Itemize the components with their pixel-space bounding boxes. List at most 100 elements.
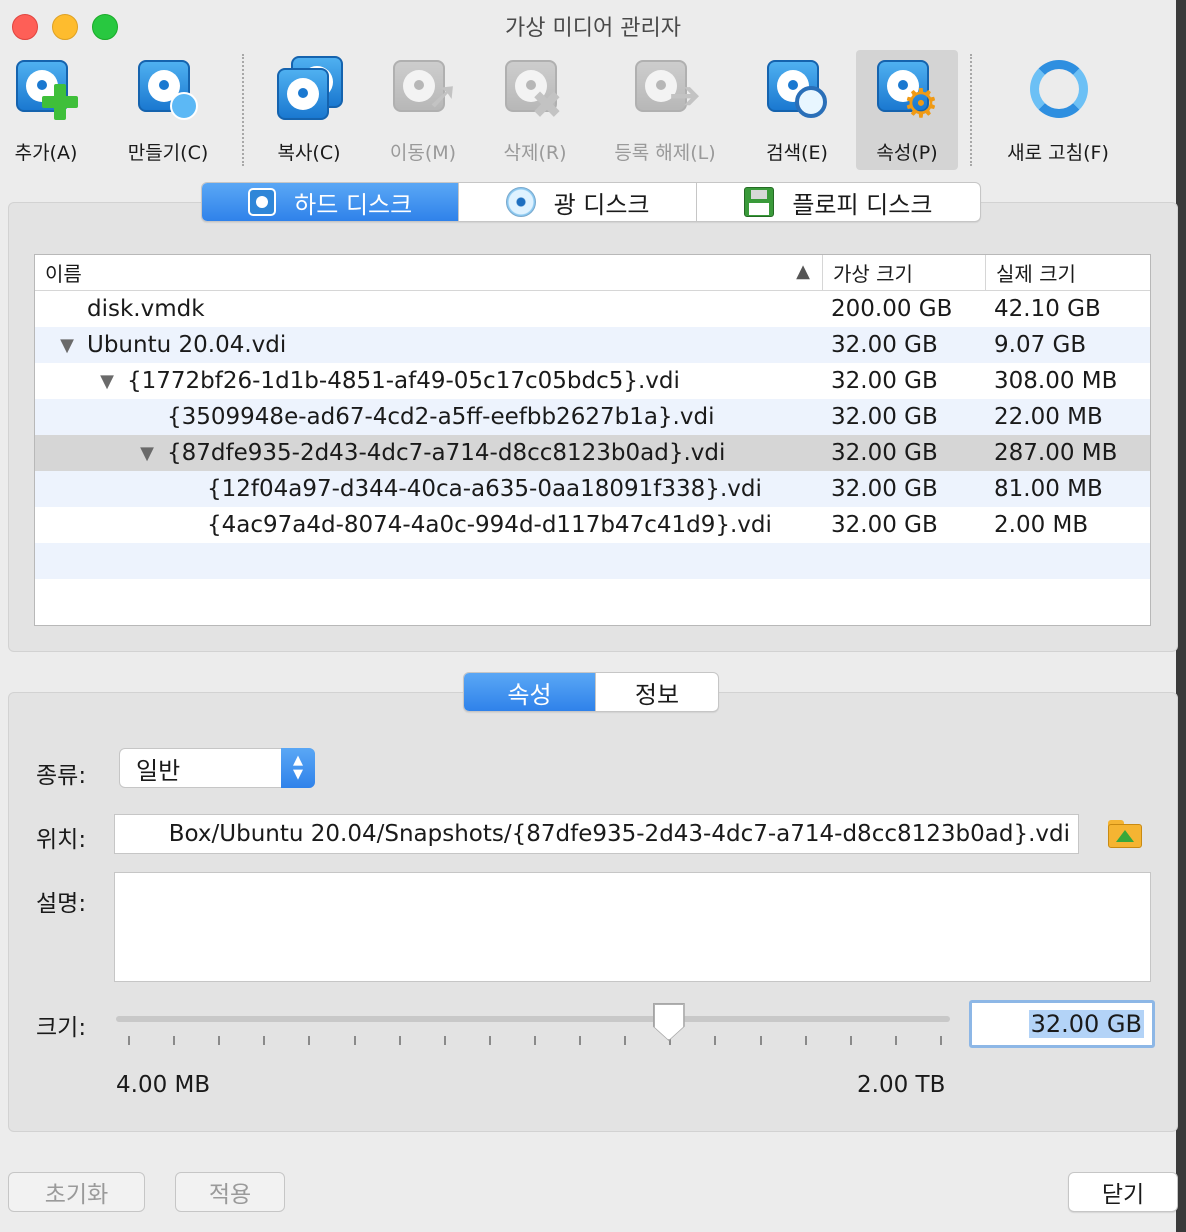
- slider-tick: [534, 1036, 536, 1045]
- slider-tick: [805, 1036, 807, 1045]
- minimize-window-button[interactable]: [52, 14, 78, 40]
- properties-button[interactable]: ⚙ 속성(P): [856, 50, 958, 170]
- disclosure-triangle-icon[interactable]: ▼: [127, 443, 167, 464]
- floppy-disk-icon: [744, 187, 775, 217]
- properties-disk-icon: ⚙: [873, 56, 941, 124]
- row-virtual-size: 32.00 GB: [831, 332, 938, 358]
- add-button[interactable]: 추가(A): [4, 50, 88, 170]
- create-label: 만들기(C): [127, 142, 209, 164]
- zoom-window-button[interactable]: [92, 14, 118, 40]
- row-name-cell: {3509948e-ad67-4cd2-a5ff-eefbb2627b1a}.v…: [35, 404, 823, 430]
- column-virtual-size-label: 가상 크기: [833, 262, 913, 286]
- tab-optical-disk[interactable]: 광 디스크: [459, 183, 697, 221]
- row-name: {3509948e-ad67-4cd2-a5ff-eefbb2627b1a}.v…: [167, 404, 715, 430]
- toolbar: 추가(A) 만들기(C) 복사(C) ➚ 이동(M) ✖ 삭제(R) ➔ 등록 …: [0, 50, 1176, 170]
- media-manager-window: 가상 미디어 관리자 추가(A) 만들기(C) 복사(C) ➚ 이동(M) ✖ …: [0, 0, 1186, 1232]
- type-label: 종류:: [36, 763, 87, 789]
- disclosure-triangle-icon[interactable]: ▼: [47, 335, 87, 356]
- move-disk-icon: ➚: [389, 56, 459, 124]
- slider-tick: [895, 1036, 897, 1045]
- table-row[interactable]: ▼ {1772bf26-1d1b-4851-af49-05c17c05bdc5}.…: [35, 363, 1150, 399]
- row-name: {1772bf26-1d1b-4851-af49-05c17c05bdc5}.v…: [127, 368, 680, 394]
- slider-tick: [128, 1036, 130, 1045]
- reset-button[interactable]: 초기화: [8, 1172, 145, 1212]
- size-input[interactable]: 32.00 GB: [969, 1000, 1155, 1048]
- slider-tick: [399, 1036, 401, 1045]
- size-slider-track[interactable]: [116, 1016, 950, 1022]
- toolbar-separator: [242, 54, 244, 166]
- slider-min-label: 4.00 MB: [116, 1072, 211, 1098]
- table-row[interactable]: {12f04a97-d344-40ca-a635-0aa18091f338}.v…: [35, 471, 1150, 507]
- empty-row: [35, 579, 1150, 615]
- slider-tick: [489, 1036, 491, 1045]
- row-actual-size: 81.00 MB: [994, 476, 1103, 502]
- row-actual-size: 308.00 MB: [994, 368, 1118, 394]
- slider-tick: [760, 1036, 762, 1045]
- slider-tick: [173, 1036, 175, 1045]
- add-label: 추가(A): [14, 142, 78, 164]
- media-table: 이름 ▲ 가상 크기 실제 크기 disk.vmdk 200.00 GB 42.10…: [34, 254, 1151, 626]
- tab-hard-disk[interactable]: 하드 디스크: [202, 183, 460, 221]
- description-textarea[interactable]: [114, 872, 1151, 982]
- row-name: {87dfe935-2d43-4dc7-a714-d8cc8123b0ad}.v…: [167, 440, 726, 466]
- close-button[interactable]: 닫기: [1068, 1172, 1178, 1212]
- copy-button[interactable]: 복사(C): [266, 50, 352, 170]
- table-row[interactable]: disk.vmdk 200.00 GB 42.10 GB: [35, 291, 1150, 327]
- column-virtual-size-header[interactable]: 가상 크기: [823, 255, 986, 290]
- table-row[interactable]: {3509948e-ad67-4cd2-a5ff-eefbb2627b1a}.v…: [35, 399, 1150, 435]
- slider-tick: [940, 1036, 942, 1045]
- row-actual-size: 42.10 GB: [994, 296, 1101, 322]
- table-row[interactable]: ▼ {87dfe935-2d43-4dc7-a714-d8cc8123b0ad}.…: [35, 435, 1150, 471]
- copy-label: 복사(C): [277, 142, 341, 164]
- sort-ascending-icon: ▲: [796, 261, 810, 282]
- remove-disk-icon: ✖: [501, 56, 569, 124]
- row-virtual-size: 32.00 GB: [831, 368, 938, 394]
- slider-tick: [579, 1036, 581, 1045]
- refresh-button[interactable]: 새로 고침(F): [994, 50, 1122, 170]
- close-window-button[interactable]: [12, 14, 38, 40]
- tab-floppy-disk-label: 플로피 디스크: [792, 190, 933, 219]
- search-button[interactable]: 검색(E): [752, 50, 842, 170]
- table-body: disk.vmdk 200.00 GB 42.10 GB ▼ Ubuntu 20.04.…: [35, 291, 1150, 615]
- details-tabs: 속성 정보: [463, 672, 719, 712]
- release-button[interactable]: ➔ 등록 해제(L): [600, 50, 730, 170]
- upload-arrow-icon: [1116, 830, 1134, 842]
- tab-attributes[interactable]: 속성: [464, 673, 596, 711]
- slider-tick: [444, 1036, 446, 1045]
- row-name: {12f04a97-d344-40ca-a635-0aa18091f338}.v…: [207, 476, 762, 502]
- row-virtual-size: 32.00 GB: [831, 440, 938, 466]
- description-label: 설명:: [36, 891, 87, 917]
- choose-location-button[interactable]: [1108, 818, 1144, 850]
- size-label: 크기:: [36, 1015, 87, 1041]
- remove-button[interactable]: ✖ 삭제(R): [492, 50, 578, 170]
- release-label: 등록 해제(L): [614, 142, 716, 164]
- column-name-header[interactable]: 이름 ▲: [35, 255, 823, 290]
- row-actual-size: 22.00 MB: [994, 404, 1103, 430]
- hard-disk-icon: [248, 188, 277, 216]
- location-label: 위치:: [36, 827, 87, 853]
- move-button[interactable]: ➚ 이동(M): [378, 50, 468, 170]
- slider-max-label: 2.00 TB: [857, 1072, 946, 1098]
- apply-button[interactable]: 적용: [175, 1172, 285, 1212]
- row-actual-size: 287.00 MB: [994, 440, 1118, 466]
- location-value: Box/Ubuntu 20.04/Snapshots/{87dfe935-2d4…: [168, 821, 1070, 847]
- disclosure-triangle-icon[interactable]: ▼: [87, 371, 127, 392]
- column-actual-size-header[interactable]: 실제 크기: [986, 255, 1150, 290]
- tab-attributes-label: 속성: [507, 680, 552, 709]
- create-button[interactable]: 만들기(C): [118, 50, 218, 170]
- table-row[interactable]: {4ac97a4d-8074-4a0c-994d-d117b47c41d9}.v…: [35, 507, 1150, 543]
- properties-label: 속성(P): [876, 142, 938, 164]
- tab-info[interactable]: 정보: [596, 673, 718, 711]
- table-row[interactable]: ▼ Ubuntu 20.04.vdi 32.00 GB 9.07 GB: [35, 327, 1150, 363]
- media-type-tabs: 하드 디스크 광 디스크 플로피 디스크: [201, 182, 981, 222]
- slider-tick: [850, 1036, 852, 1045]
- location-field[interactable]: Box/Ubuntu 20.04/Snapshots/{87dfe935-2d4…: [114, 814, 1079, 854]
- row-virtual-size: 200.00 GB: [831, 296, 953, 322]
- row-name: Ubuntu 20.04.vdi: [87, 332, 287, 358]
- type-select[interactable]: 일반 ▲ ▼: [119, 748, 315, 788]
- window-title: 가상 미디어 관리자: [505, 16, 681, 41]
- empty-row: [35, 543, 1150, 579]
- release-disk-icon: ➔: [631, 56, 701, 124]
- tab-floppy-disk[interactable]: 플로피 디스크: [697, 183, 980, 221]
- tab-hard-disk-label: 하드 디스크: [294, 190, 413, 219]
